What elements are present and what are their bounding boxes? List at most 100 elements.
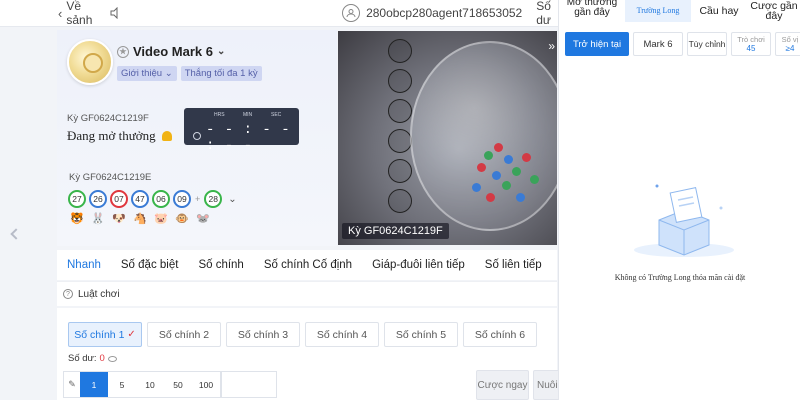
tab-recent-bets[interactable]: Cược gần đây: [747, 0, 800, 22]
right-panel: Mở thưởng gần đây Trường Long Cầu hay Cư…: [558, 0, 800, 400]
last-period: Kỳ GF0624C1219E: [69, 172, 152, 183]
timer-digits: - - : - - : - -: [206, 122, 291, 154]
video-period-label: Kỳ GF0624C1219F: [342, 223, 449, 239]
chevron-down-icon: ⌄: [216, 46, 226, 57]
tab-truong-long[interactable]: Trường Long: [625, 0, 691, 22]
bet-tab[interactable]: Số liên tiếp: [475, 259, 552, 271]
game-title[interactable]: ★ Video Mark 6 ⌄: [117, 44, 225, 59]
game-info-panel: ★ Video Mark 6 ⌄ Giới thiệu ⌄ Thắng tối …: [57, 30, 337, 246]
question-icon: ?: [63, 289, 73, 299]
zodiac-icon: 🐵: [175, 213, 189, 225]
ball-slot: [388, 39, 412, 63]
top-bar: ‹ Về sảnh 280obcp280agent718653052 Số dư: [0, 0, 560, 27]
sec-label: SEC: [271, 112, 282, 118]
current-period: Kỳ GF0624C1219F: [67, 113, 149, 124]
mark6-button[interactable]: Mark 6: [633, 32, 683, 56]
min-label: MIN: [243, 112, 253, 118]
multiplier-option[interactable]: 1: [80, 372, 108, 397]
ball-slot: [388, 129, 412, 153]
multiplier-selector: ✎ 1 5 10 50 100: [63, 371, 221, 398]
special-ball: 28: [204, 190, 223, 208]
edit-icon[interactable]: ✎: [64, 379, 80, 390]
bet-type-tabs: Nhanh Số đặc biệt Số chính Số chính Cố định…: [57, 250, 557, 280]
zodiac-icon: 🐯: [70, 213, 84, 225]
bet-tab[interactable]: 1 Giáp&Tổng: [552, 259, 557, 271]
eye-icon[interactable]: [107, 355, 117, 362]
empty-state-text: Không có Trường Long thỏa mãn cài đặt: [614, 273, 746, 282]
custom-button[interactable]: Tùy chỉnh: [687, 32, 727, 56]
user-info: 280obcp280agent718653052: [342, 4, 522, 22]
zodiac-icon: 🐭: [196, 213, 210, 225]
result-zodiacs: 🐯 🐰 🐶 🐴 🐷 🐵 🐭: [68, 212, 212, 226]
double-chevron-right-icon[interactable]: »: [548, 39, 555, 53]
ball-slot: [388, 159, 412, 183]
remaining-count: Số dư: 0: [68, 353, 117, 364]
number-subtabs: Số chính 1 ✓ Số chính 2 Số chính 3 Số chính …: [68, 322, 537, 347]
count-filter[interactable]: Số vị ≥4: [775, 32, 800, 56]
bet-tab[interactable]: Giáp-đuôi liên tiếp: [362, 259, 475, 271]
game-avatar: [67, 39, 113, 85]
number-subtab[interactable]: Số chính 6: [463, 322, 537, 347]
result-ball: 47: [131, 190, 149, 208]
result-ball: 06: [152, 190, 170, 208]
result-ball: 07: [110, 190, 128, 208]
tab-recent-draws[interactable]: Mở thưởng gần đây: [559, 0, 625, 22]
custom-amount-input[interactable]: [221, 371, 277, 398]
bet-tab[interactable]: Số đặc biệt: [111, 259, 189, 271]
hrs-label: HRS: [214, 112, 225, 118]
number-subtab[interactable]: Số chính 3: [226, 322, 300, 347]
chevron-down-icon[interactable]: ⌄: [228, 194, 236, 205]
max-win-tag: Thắng tối đa 1 kỳ: [180, 66, 262, 81]
result-balls: 27 26 07 47 06 09 +28 ⌄: [68, 190, 237, 208]
empty-box-illustration: [634, 184, 734, 257]
bell-icon: [161, 131, 172, 141]
intro-tag[interactable]: Giới thiệu ⌄: [117, 66, 177, 81]
number-subtab[interactable]: Số chính 1 ✓: [68, 322, 142, 347]
multiplier-option[interactable]: 50: [164, 372, 192, 397]
multiplier-option[interactable]: 10: [136, 372, 164, 397]
balance-label: Số dư: [536, 0, 551, 27]
result-ball: 27: [68, 190, 86, 208]
ball-slot: [388, 189, 412, 213]
game-title-text: Video Mark 6: [133, 44, 213, 59]
current-button[interactable]: Trở hiện tại: [565, 32, 629, 56]
result-ball: 09: [173, 190, 191, 208]
bet-now-button[interactable]: Cược ngay: [476, 370, 529, 400]
back-to-lobby-link[interactable]: ‹ Về sảnh: [58, 0, 96, 27]
chevron-left-icon: ‹: [58, 5, 63, 21]
user-icon[interactable]: [342, 4, 361, 22]
filter-bar: Trở hiện tại Mark 6 Tùy chỉnh Trò chơi 4…: [565, 32, 800, 56]
ball-slot: [388, 69, 412, 93]
countdown-timer: HRS MIN SEC - - : - - : - -: [184, 108, 299, 154]
zodiac-icon: 🐷: [154, 213, 168, 225]
rules-label: Luật chơi: [78, 288, 120, 300]
check-icon: ✓: [127, 329, 136, 340]
bet-tab[interactable]: Nhanh: [57, 259, 111, 271]
chevron-left-icon[interactable]: [10, 228, 22, 240]
multiplier-option[interactable]: 5: [108, 372, 136, 397]
favorite-star-icon[interactable]: ★: [117, 45, 129, 58]
draw-status: Đang mở thưởng: [67, 128, 172, 144]
plus-separator: +: [195, 194, 201, 204]
result-ball: 26: [89, 190, 107, 208]
back-label: Về sảnh: [66, 0, 93, 27]
number-subtab[interactable]: Số chính 5: [384, 322, 458, 347]
zodiac-icon: 🐶: [112, 213, 126, 225]
rules-link[interactable]: ? Luật chơi: [57, 281, 557, 306]
bet-tab[interactable]: Số chính: [188, 259, 253, 271]
volume-icon[interactable]: [110, 7, 122, 19]
zodiac-icon: 🐴: [133, 213, 147, 225]
bet-tab[interactable]: Số chính Cố định: [254, 259, 362, 271]
zodiac-icon: 🐰: [91, 213, 105, 225]
bet-panel: Số chính 1 ✓ Số chính 2 Số chính 3 Số chính …: [57, 308, 563, 400]
turns-filter[interactable]: Trò chơi 45: [731, 32, 771, 56]
tab-cau-hay[interactable]: Cầu hay: [691, 0, 747, 22]
number-subtab[interactable]: Số chính 4: [305, 322, 379, 347]
username: 280obcp280agent718653052: [366, 6, 523, 20]
clock-icon: [193, 132, 201, 140]
live-video[interactable]: » Kỳ GF0624C1219F: [338, 31, 557, 245]
lottery-globe: [410, 41, 557, 231]
ball-slot: [388, 99, 412, 123]
number-subtab[interactable]: Số chính 2: [147, 322, 221, 347]
multiplier-option[interactable]: 100: [192, 372, 220, 397]
